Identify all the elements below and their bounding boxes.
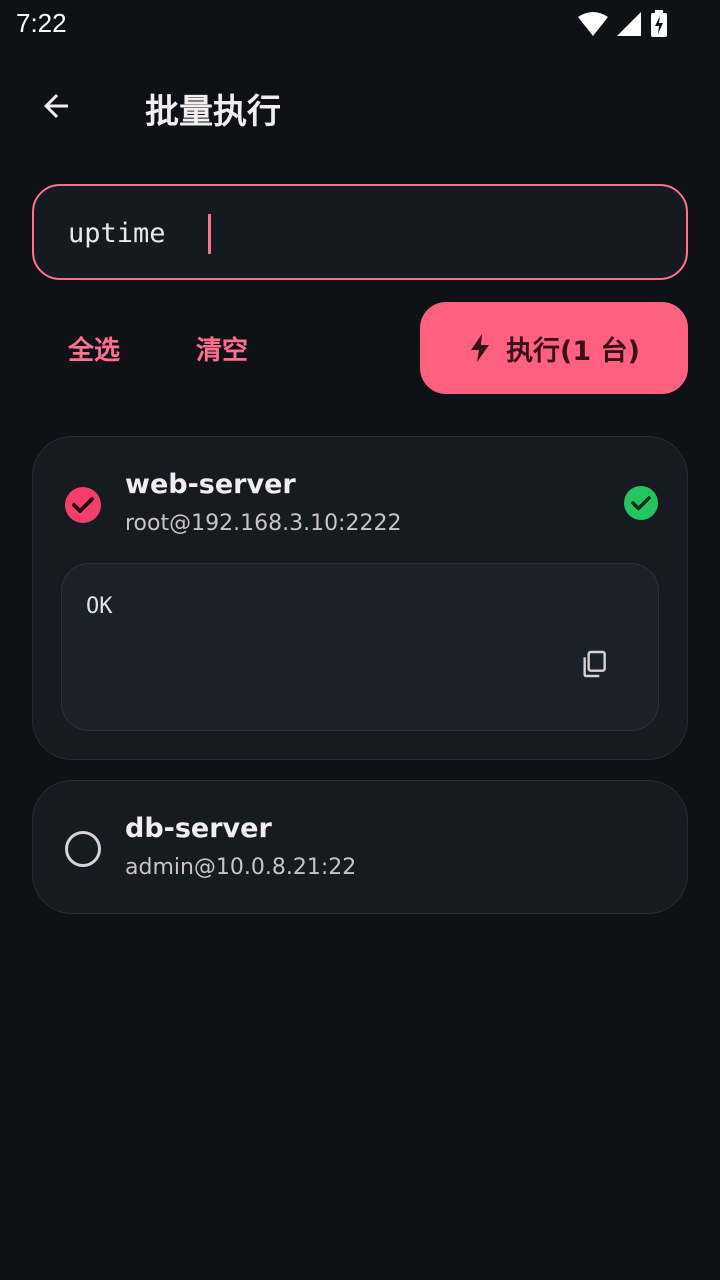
server-checkbox-unchecked[interactable]: [63, 829, 103, 869]
server-card-web-server: web-server root@192.168.3.10:2222 OK: [32, 436, 688, 760]
server-checkbox-checked[interactable]: [63, 485, 103, 525]
run-button[interactable]: 执行(1 台): [420, 302, 688, 394]
battery-charging-icon: [651, 10, 667, 37]
arrow-left-icon: [44, 94, 68, 118]
command-field[interactable]: [32, 184, 688, 280]
select-all-button[interactable]: 全选: [68, 330, 120, 367]
page-title: 批量执行: [145, 92, 281, 132]
server-address: admin@10.0.8.21:22: [125, 855, 357, 880]
command-output: OK: [61, 563, 659, 731]
text-cursor: [208, 214, 211, 254]
copy-icon: [583, 650, 606, 678]
signal-icon: [617, 12, 641, 36]
server-card-db-server: db-server admin@10.0.8.21:22: [32, 780, 688, 914]
radio-unchecked-icon: [65, 831, 101, 867]
server-name: db-server: [125, 813, 272, 844]
status-bar: 7:22: [0, 0, 720, 48]
status-time: 7:22: [16, 8, 67, 38]
run-button-label: 执行(1 台): [506, 335, 640, 367]
back-button[interactable]: [24, 78, 88, 134]
app-bar: 批量执行: [0, 60, 720, 150]
success-check-icon: [624, 486, 658, 520]
server-address: root@192.168.3.10:2222: [125, 511, 402, 536]
bolt-icon: [471, 334, 490, 362]
output-text: OK: [86, 594, 113, 619]
command-input[interactable]: [68, 213, 648, 253]
wifi-icon: [578, 12, 608, 36]
status-icons: [578, 10, 668, 38]
clear-button[interactable]: 清空: [196, 330, 248, 367]
copy-output-button[interactable]: [574, 644, 614, 684]
server-name: web-server: [125, 469, 296, 500]
checkbox-checked-icon: [65, 487, 101, 523]
